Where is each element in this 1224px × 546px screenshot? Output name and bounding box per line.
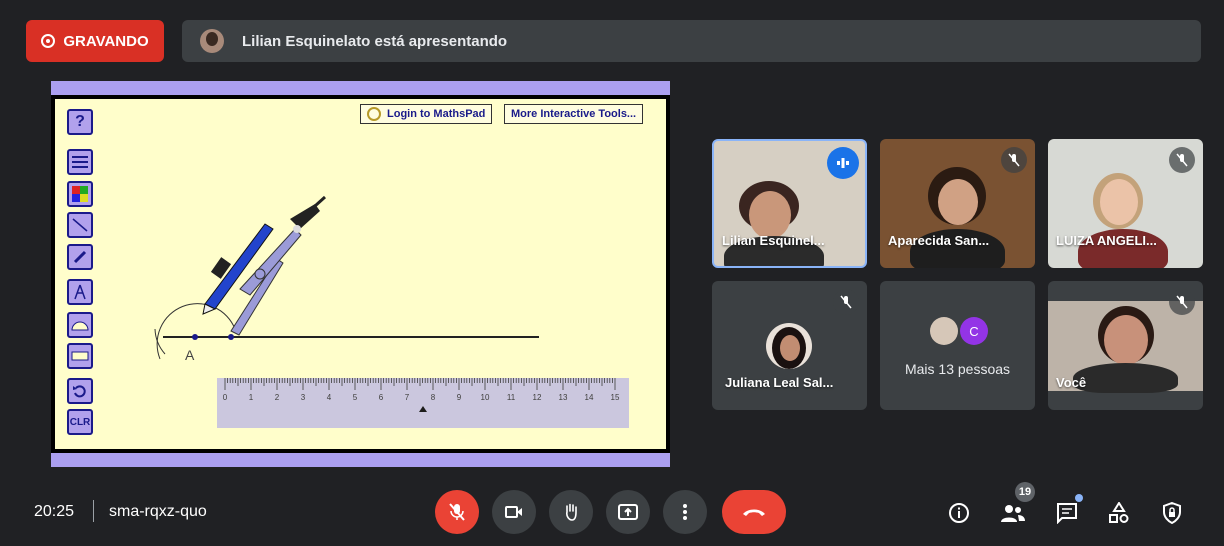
ruler-tick-label: 9	[457, 393, 462, 402]
hand-icon	[566, 503, 577, 521]
more-options-button[interactable]	[663, 490, 707, 534]
recording-indicator[interactable]: GRAVANDO	[26, 20, 164, 62]
activities-icon	[1109, 502, 1129, 523]
more-participants-tile[interactable]: C Mais 13 pessoas	[880, 281, 1035, 410]
ruler-tick-label: 5	[353, 393, 358, 402]
recording-label: GRAVANDO	[63, 32, 149, 50]
ruler-tick-label: 15	[611, 393, 620, 402]
mic-off-icon	[449, 503, 465, 521]
presenter-text: Lilian Esquinelato está apresentando	[242, 32, 508, 50]
chat-notification-dot	[1075, 494, 1083, 502]
participant-tile-lilian[interactable]: Lilian Esquinel...	[712, 139, 867, 268]
participant-name: Aparecida San...	[888, 233, 990, 248]
ruler-tick-label: 2	[275, 393, 280, 402]
ruler-handle-icon	[419, 406, 427, 412]
ruler-tick-label: 11	[507, 393, 516, 402]
mathspad-canvas[interactable]: ? CLR Login to MathsPad More Interactive…	[55, 99, 666, 449]
presenter-banner: Lilian Esquinelato está apresentando	[182, 20, 1201, 62]
participant-tile-luiza[interactable]: LUIZA ANGELI...	[1048, 139, 1203, 268]
people-icon	[1001, 505, 1025, 522]
ruler-tick-label: 8	[431, 393, 436, 402]
host-controls-button[interactable]	[1154, 495, 1190, 531]
point-a-label: A	[185, 347, 195, 363]
more-participants-label: Mais 13 pessoas	[904, 361, 1011, 377]
ruler-tick-label: 12	[533, 393, 542, 402]
mic-off-icon	[833, 289, 859, 315]
chat-button[interactable]	[1049, 494, 1085, 531]
compass-icon	[202, 195, 327, 336]
ruler-tick-label: 13	[559, 393, 568, 402]
mic-off-icon	[1001, 147, 1027, 173]
hang-up-icon	[743, 509, 765, 516]
ruler-tick-label: 6	[379, 393, 384, 402]
ruler-tick-label: 14	[585, 393, 594, 402]
meeting-details-button[interactable]	[941, 495, 977, 531]
avatar	[766, 323, 812, 369]
ruler-tick-label: 1	[249, 393, 254, 402]
ruler-scale: 0 1 2 3 4 5 6 7 8 9 10 11 12 13 14 15	[223, 378, 620, 412]
activities-button[interactable]	[1101, 495, 1137, 531]
presenter-avatar	[200, 29, 224, 53]
more-vert-icon	[683, 504, 687, 520]
speaking-indicator-icon	[827, 147, 859, 179]
people-count-badge: 19	[1015, 482, 1035, 502]
self-view-tile[interactable]: Você	[1048, 281, 1203, 410]
ruler-tick-label: 3	[301, 393, 306, 402]
presentation-screen: ? CLR Login to MathsPad More Interactive…	[51, 81, 670, 467]
participant-name: Lilian Esquinel...	[722, 233, 825, 248]
participant-name: Juliana Leal Sal...	[725, 375, 834, 390]
meeting-code: sma-rqxz-quo	[109, 503, 207, 520]
record-icon	[41, 34, 56, 48]
ruler-tick-label: 4	[327, 393, 332, 402]
meeting-time: 20:25	[34, 503, 75, 520]
participant-name: LUIZA ANGELI...	[1056, 233, 1157, 248]
end-call-button[interactable]	[722, 490, 786, 534]
divider	[93, 500, 94, 522]
chat-icon	[1057, 503, 1077, 524]
ruler-tick-label: 10	[481, 393, 490, 402]
camera-icon	[505, 506, 522, 518]
avatar	[930, 317, 958, 345]
ruler[interactable]: 0 1 2 3 4 5 6 7 8 9 10 11 12 13 14 15	[217, 378, 629, 428]
present-icon	[618, 504, 638, 520]
microphone-toggle-button[interactable]	[435, 490, 479, 534]
camera-toggle-button[interactable]	[492, 490, 536, 534]
ruler-tick-label: 7	[405, 393, 410, 402]
participant-name: Você	[1056, 375, 1087, 390]
ruler-tick-label: 0	[223, 393, 228, 402]
participant-tile-juliana[interactable]: Juliana Leal Sal...	[712, 281, 867, 410]
participant-tile-aparecida[interactable]: Aparecida San...	[880, 139, 1035, 268]
info-icon	[949, 503, 969, 523]
shield-lock-icon	[1163, 502, 1181, 524]
mic-off-icon	[1169, 147, 1195, 173]
present-screen-button[interactable]	[606, 490, 650, 534]
avatar-letter: C	[960, 317, 988, 345]
raise-hand-button[interactable]	[549, 490, 593, 534]
mic-off-icon	[1169, 289, 1195, 315]
